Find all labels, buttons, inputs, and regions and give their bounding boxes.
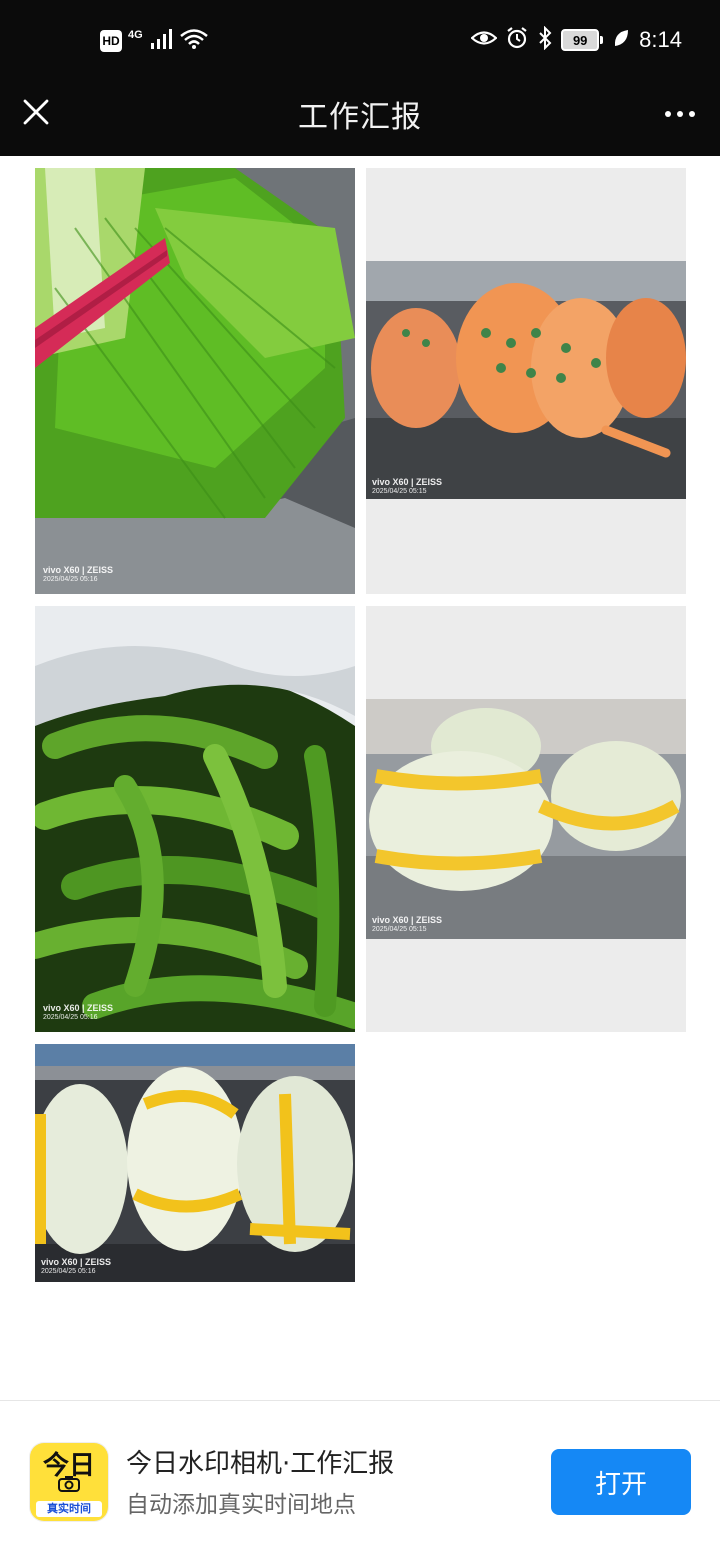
- leaf-icon: [613, 28, 629, 52]
- photo-watermark: vivo X60 | ZEISS 2025/04/25 05:16: [43, 1004, 113, 1022]
- network-label: 4G: [128, 29, 143, 41]
- watermark-date: 2025/04/25 05:15: [372, 487, 427, 495]
- app-banner: 今日 真实时间 今日水印相机·工作汇报 自动添加真实时间地点 打开: [0, 1400, 720, 1560]
- watermark-date: 2025/04/25 05:15: [372, 925, 427, 933]
- watermark-brand: vivo X60 | ZEISS: [43, 565, 114, 576]
- nav-bar: 工作汇报: [0, 84, 720, 156]
- app-description: 自动添加真实时间地点: [126, 1492, 356, 1518]
- status-left: HD 4G: [100, 28, 209, 54]
- app-icon[interactable]: 今日 真实时间: [30, 1443, 108, 1521]
- photo-chives[interactable]: vivo X60 | ZEISS 2025/04/25 05:16: [35, 168, 355, 594]
- photo-grid: vivo X60 | ZEISS 2025/04/25 05:16 vivo X…: [0, 156, 720, 1400]
- camera-icon: [58, 1476, 80, 1496]
- more-button[interactable]: [658, 94, 702, 134]
- app-name: 今日水印相机·工作汇报: [126, 1449, 395, 1479]
- status-right: 99 8:14: [470, 25, 682, 54]
- hd-badge: HD: [100, 30, 122, 52]
- bluetooth-icon: [537, 25, 553, 54]
- watermark-brand: vivo X60 | ZEISS: [41, 1257, 112, 1268]
- battery-indicator: 99: [561, 29, 604, 51]
- watermark-brand: vivo X60 | ZEISS: [43, 1003, 114, 1014]
- page: HD 4G 99 8:14 工作汇报 vivo X60 | ZEISS 2025…: [0, 0, 720, 1560]
- photo-cabbage-shelf[interactable]: vivo X60 | ZEISS 2025/04/25 05:16: [35, 1044, 355, 1282]
- clock: 8:14: [639, 27, 682, 52]
- open-app-button[interactable]: 打开: [551, 1449, 691, 1515]
- more-icon-dot: [677, 111, 683, 117]
- app-icon-caption: 真实时间: [36, 1501, 102, 1517]
- watermark-date: 2025/04/25 05:16: [43, 1014, 98, 1022]
- watermark-brand: vivo X60 | ZEISS: [372, 477, 443, 487]
- watermark-brand: vivo X60 | ZEISS: [372, 915, 443, 925]
- photo-watermark: vivo X60 | ZEISS 2025/04/25 05:16: [43, 566, 113, 584]
- photo-watermark: vivo X60 | ZEISS 2025/04/25 05:15: [372, 477, 443, 496]
- photo-watermark: vivo X60 | ZEISS 2025/04/25 05:16: [41, 1258, 111, 1276]
- watermark-date: 2025/04/25 05:16: [43, 576, 98, 584]
- eye-icon: [470, 27, 498, 53]
- photo-green-peppers[interactable]: vivo X60 | ZEISS 2025/04/25 05:16: [35, 606, 355, 1032]
- photo-watermark: vivo X60 | ZEISS 2025/04/25 05:15: [372, 915, 443, 934]
- page-title: 工作汇报: [298, 100, 422, 135]
- more-icon-dot: [689, 111, 695, 117]
- signal-icon: [149, 28, 173, 54]
- wifi-icon: [179, 28, 209, 54]
- more-icon: [665, 111, 671, 117]
- photo-carrots[interactable]: vivo X60 | ZEISS 2025/04/25 05:15: [366, 168, 686, 594]
- status-bar: HD 4G 99 8:14: [0, 0, 720, 84]
- alarm-icon: [505, 26, 529, 54]
- watermark-date: 2025/04/25 05:16: [41, 1268, 96, 1276]
- photo-napa-cabbage[interactable]: vivo X60 | ZEISS 2025/04/25 05:15: [366, 606, 686, 1032]
